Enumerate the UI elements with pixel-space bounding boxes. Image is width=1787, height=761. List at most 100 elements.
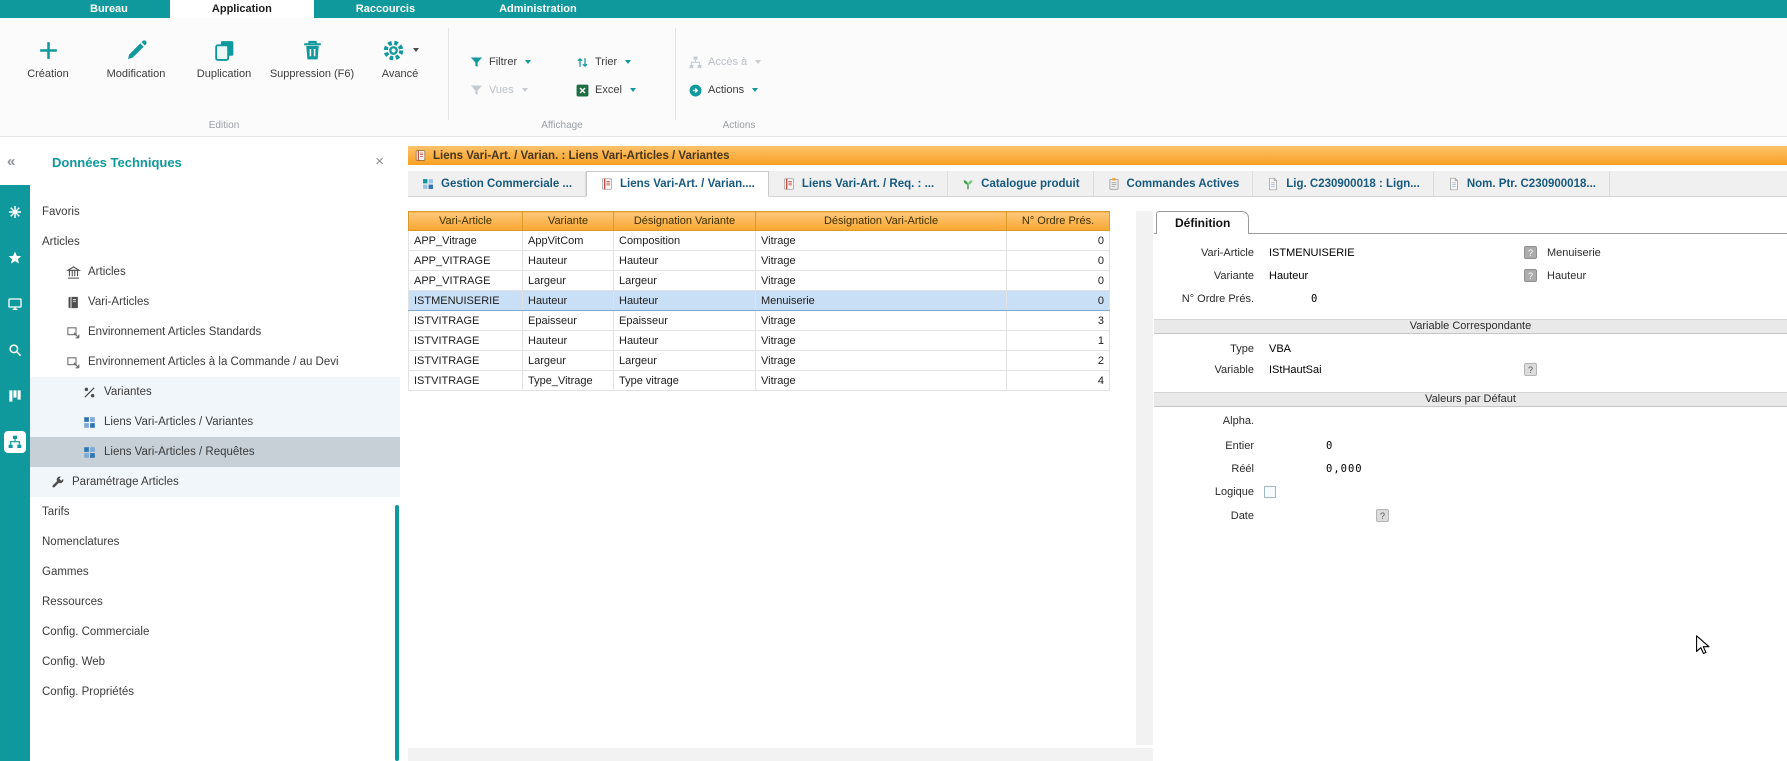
cell[interactable]: 0 [1007, 291, 1110, 311]
table-row[interactable]: ISTVITRAGEEpaisseurEpaisseurVitrage3 [409, 311, 1110, 331]
column-header[interactable]: Désignation Vari-Article [756, 212, 1007, 231]
cell[interactable]: Vitrage [756, 251, 1007, 271]
reel-value[interactable]: 0,000 [1326, 463, 1363, 475]
tab-nom-ptr-c230900018[interactable]: Nom. Ptr. C230900018... [1434, 171, 1610, 196]
avance-button[interactable]: Avancé [356, 28, 444, 82]
trier-button[interactable]: Trier [571, 48, 671, 76]
modification-button[interactable]: Modification [92, 28, 180, 82]
cell[interactable]: Type_Vitrage [523, 371, 614, 391]
grid-vertical-scrollbar[interactable] [1136, 211, 1153, 745]
creation-button[interactable]: Création [4, 28, 92, 82]
cell[interactable]: ISTVITRAGE [409, 331, 523, 351]
sidebar-item-favoris[interactable]: Favoris [30, 197, 400, 227]
cell[interactable]: Epaisseur [523, 311, 614, 331]
menu-raccourcis[interactable]: Raccourcis [314, 0, 457, 18]
help-button[interactable]: ? [1524, 363, 1537, 376]
sidebar-item-config-proprietes[interactable]: Config. Propriétés [30, 677, 400, 707]
cell[interactable]: Vitrage [756, 331, 1007, 351]
sidebar-item-liens-vari-articles-variantes[interactable]: Liens Vari-Articles / Variantes [30, 407, 400, 437]
cell[interactable]: APP_Vitrage [409, 231, 523, 251]
table-row[interactable]: APP_VitrageAppVitComCompositionVitrage0 [409, 231, 1110, 251]
vari-article-value[interactable]: ISTMENUISERIE [1269, 247, 1355, 259]
cell[interactable]: 0 [1007, 251, 1110, 271]
cell[interactable]: Largeur [614, 351, 756, 371]
cell[interactable]: APP_VITRAGE [409, 271, 523, 291]
sidebar-item-gammes[interactable]: Gammes [30, 557, 400, 587]
duplication-button[interactable]: Duplication [180, 28, 268, 82]
cell[interactable]: 3 [1007, 311, 1110, 331]
cell[interactable]: Hauteur [614, 251, 756, 271]
suppression-button[interactable]: Suppression (F6) [268, 28, 356, 82]
cell[interactable]: Menuiserie [756, 291, 1007, 311]
column-header[interactable]: Vari-Article [409, 212, 523, 231]
excel-button[interactable]: Excel [571, 76, 671, 104]
variante-value[interactable]: Hauteur [1269, 270, 1308, 282]
collapse-icon[interactable]: « [7, 153, 15, 170]
cell[interactable]: 0 [1007, 231, 1110, 251]
table-row[interactable]: APP_VITRAGEHauteurHauteurVitrage0 [409, 251, 1110, 271]
sidebar-item-vari-articles[interactable]: Vari-Articles [30, 287, 400, 317]
cell[interactable]: Vitrage [756, 271, 1007, 291]
cell[interactable]: 4 [1007, 371, 1110, 391]
acces-a-button[interactable]: Accès à [684, 48, 802, 76]
table-row[interactable]: ISTVITRAGEHauteurHauteurVitrage1 [409, 331, 1110, 351]
sidebar-item-articles[interactable]: Articles [30, 257, 400, 287]
variable-value[interactable]: IStHautSai [1269, 364, 1322, 376]
cell[interactable]: Hauteur [614, 291, 756, 311]
cell[interactable]: Composition [614, 231, 756, 251]
sidebar-item-ressources[interactable]: Ressources [30, 587, 400, 617]
tab-definition[interactable]: Définition [1156, 211, 1249, 234]
entier-value[interactable]: 0 [1326, 440, 1333, 452]
tab-commandes-actives[interactable]: Commandes Actives [1094, 171, 1254, 196]
cell[interactable]: ISTVITRAGE [409, 311, 523, 331]
cell[interactable]: Hauteur [523, 251, 614, 271]
cell[interactable]: Largeur [614, 271, 756, 291]
cell[interactable]: Type vitrage [614, 371, 756, 391]
monitor-icon[interactable] [4, 293, 26, 315]
type-value[interactable]: VBA [1269, 343, 1291, 355]
sidebar-item-articles-group[interactable]: Articles [30, 227, 400, 257]
vues-button[interactable]: Vues [465, 76, 565, 104]
cell[interactable]: Vitrage [756, 371, 1007, 391]
kanban-icon[interactable] [4, 385, 26, 407]
tab-gestion-commerciale[interactable]: Gestion Commerciale ... [408, 171, 586, 196]
tab-liens-vari-art-varian[interactable]: Liens Vari-Art. / Varian.... [586, 171, 769, 197]
sidebar-item-parametrage-articles[interactable]: Paramétrage Articles [30, 467, 400, 497]
column-header[interactable]: Désignation Variante [614, 212, 756, 231]
ordre-value[interactable]: 0 [1311, 293, 1318, 305]
table-row[interactable]: ISTVITRAGEType_VitrageType vitrageVitrag… [409, 371, 1110, 391]
menu-administration[interactable]: Administration [457, 0, 619, 18]
menu-application[interactable]: Application [170, 0, 314, 18]
sidebar-item-tarifs[interactable]: Tarifs [30, 497, 400, 527]
cell[interactable]: ISTMENUISERIE [409, 291, 523, 311]
sidebar-item-variantes[interactable]: Variantes [30, 377, 400, 407]
cell[interactable]: Vitrage [756, 231, 1007, 251]
column-header[interactable]: N° Ordre Prés. [1007, 212, 1110, 231]
close-icon[interactable]: × [375, 153, 384, 170]
tab-liens-vari-art-req[interactable]: Liens Vari-Art. / Req. : ... [769, 171, 948, 196]
sidebar-item-nomenclatures[interactable]: Nomenclatures [30, 527, 400, 557]
cell[interactable]: AppVitCom [523, 231, 614, 251]
table-row-selected[interactable]: ISTMENUISERIEHauteurHauteurMenuiserie0 [409, 291, 1110, 311]
sidebar-item-config-web[interactable]: Config. Web [30, 647, 400, 677]
sidebar-item-config-commerciale[interactable]: Config. Commerciale [30, 617, 400, 647]
star-icon[interactable] [4, 247, 26, 269]
help-button[interactable]: ? [1524, 246, 1537, 259]
cell[interactable]: Hauteur [523, 291, 614, 311]
table-row[interactable]: APP_VITRAGELargeurLargeurVitrage0 [409, 271, 1110, 291]
help-button[interactable]: ? [1524, 269, 1537, 282]
apps-icon[interactable] [4, 201, 26, 223]
sidebar-item-env-articles-standards[interactable]: Environnement Articles Standards [30, 317, 400, 347]
cell[interactable]: Hauteur [523, 331, 614, 351]
cell[interactable]: Vitrage [756, 311, 1007, 331]
menu-bureau[interactable]: Bureau [48, 0, 170, 18]
org-icon[interactable] [4, 431, 26, 453]
cell[interactable]: Vitrage [756, 351, 1007, 371]
cell[interactable]: APP_VITRAGE [409, 251, 523, 271]
cell[interactable]: ISTVITRAGE [409, 371, 523, 391]
cell[interactable]: ISTVITRAGE [409, 351, 523, 371]
cell[interactable]: Largeur [523, 271, 614, 291]
logique-checkbox[interactable] [1264, 486, 1276, 498]
sidebar-item-env-articles-commande[interactable]: Environnement Articles à la Commande / a… [30, 347, 400, 377]
cell[interactable]: 0 [1007, 271, 1110, 291]
